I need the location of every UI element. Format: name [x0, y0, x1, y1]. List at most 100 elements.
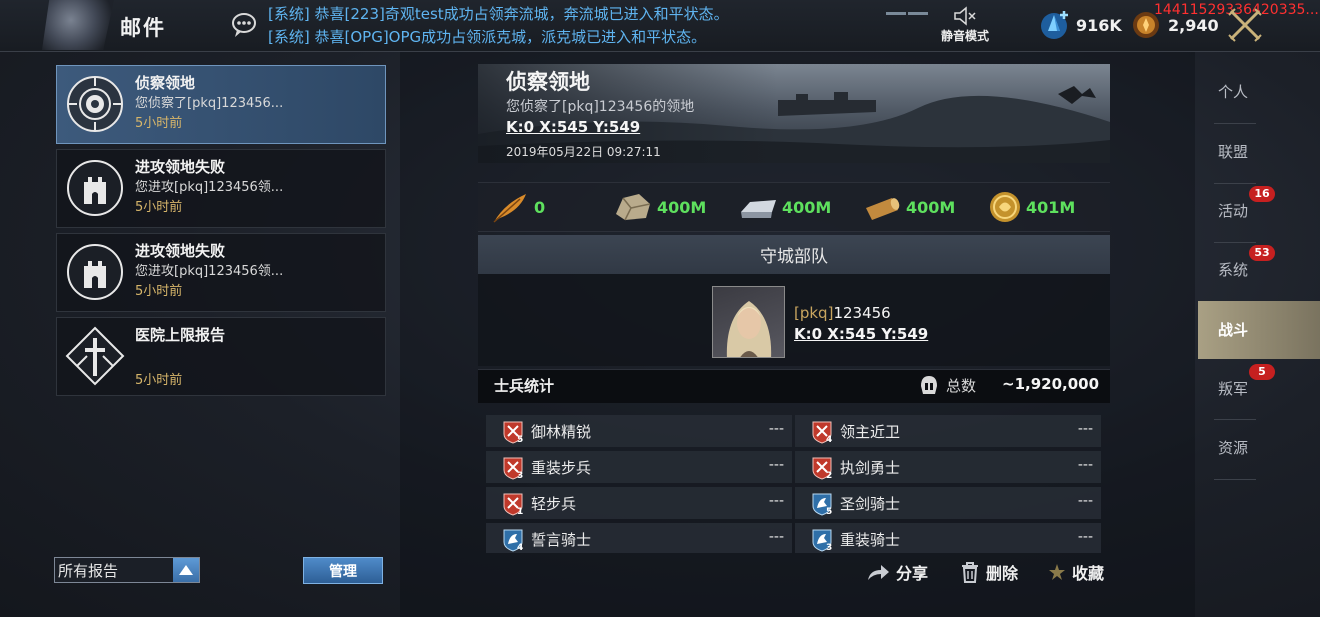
favorite-button[interactable]: 收藏 [1048, 560, 1104, 584]
mail-title: 进攻领地失败 [135, 242, 226, 260]
filter-selected: 所有报告 [58, 562, 119, 580]
system-badge: 53 [1249, 245, 1275, 261]
resource-value: 400M [657, 197, 707, 217]
mail-item-attack-failed[interactable]: 进攻领地失败 您进攻[pkq]123456领... 5小时前 [56, 233, 386, 312]
mail-item-attack-failed[interactable]: 进攻领地失败 您进攻[pkq]123456领... 5小时前 [56, 149, 386, 228]
ticker-message: 恭喜[OPG]OPG成功占领派克城，派克城已进入和平状态。 [314, 28, 707, 46]
gold-coin-icon [990, 192, 1020, 222]
stone-ore-icon [616, 194, 651, 221]
ticker-message: 恭喜[223]奇观test成功占领奔流城，奔流城已进入和平状态。 [314, 5, 729, 23]
hospital-cross-icon [65, 326, 125, 386]
triangle-up-icon[interactable] [173, 558, 199, 582]
report-date: 2019年05月22日 09:27:11 [506, 145, 661, 159]
blue-horse-shield-icon: 3 [812, 529, 832, 552]
ticker-line: [系统] 恭喜[223]奇观test成功占领奔流城，奔流城已进入和平状态。 [268, 3, 729, 26]
troop-count: --- [768, 457, 784, 473]
system-ticker[interactable]: [系统] 恭喜[223]奇观test成功占领奔流城，奔流城已进入和平状态。 [系… [268, 3, 729, 49]
report-subtitle: 您侦察了[pkq]123456的领地 [506, 99, 695, 115]
report-coordinates-link[interactable]: K:0 X:545 Y:549 [506, 118, 640, 136]
player-name: 123456 [833, 304, 891, 322]
red-shield-icon: 5 [503, 421, 523, 444]
troop-tier: 5 [517, 435, 523, 444]
troop-name: 领主近卫 [840, 423, 901, 441]
trash-icon [962, 562, 978, 583]
troop-tier: 5 [826, 507, 832, 516]
commander-portrait[interactable] [712, 286, 785, 358]
resource-feather: 0 [490, 190, 545, 224]
close-icon[interactable] [1226, 6, 1264, 44]
mail-item-hospital-report[interactable]: 医院上限报告 5小时前 [56, 317, 386, 396]
wood-log-icon [866, 198, 900, 220]
commander-coordinates-link[interactable]: K:0 X:545 Y:549 [794, 325, 928, 343]
troop-count: --- [1077, 421, 1093, 437]
mail-item-scout-report[interactable]: 侦察领地 您侦察了[pkq]123456... 5小时前 [56, 65, 386, 144]
crystal-amount: 916K [1076, 15, 1122, 35]
tab-label: 联盟 [1218, 143, 1249, 161]
chat-bubble-icon[interactable] [228, 10, 260, 42]
mute-button[interactable]: 静音模式 [932, 2, 998, 50]
troop-row: 1 轻步兵 --- [486, 487, 792, 519]
alliance-tag: [pkq] [794, 304, 834, 322]
mail-time: 5小时前 [135, 284, 183, 299]
red-shield-icon: 4 [812, 421, 832, 444]
ticker-page-indicator [886, 0, 930, 15]
troop-name: 执剑勇士 [840, 459, 901, 477]
tab-label: 叛军 [1218, 380, 1249, 398]
report-filter-select[interactable]: 所有报告 [54, 557, 200, 583]
scout-eye-icon [67, 76, 123, 132]
troop-count: --- [768, 529, 784, 545]
troop-count: --- [768, 421, 784, 437]
helmet-emblem-icon [42, 0, 114, 50]
troop-tier: 3 [517, 471, 523, 480]
troop-count: --- [1077, 529, 1093, 545]
tab-personal[interactable]: 个人 [1198, 63, 1320, 121]
mail-preview: 您进攻[pkq]123456领... [135, 264, 284, 279]
resource-value: 400M [782, 197, 832, 217]
troop-row: 5 御林精锐 --- [486, 415, 792, 447]
delete-label: 删除 [986, 564, 1019, 583]
resource-value: 0 [534, 197, 546, 217]
tab-battle[interactable]: 战斗 [1198, 301, 1320, 359]
castle-tower-icon [67, 160, 123, 216]
ticker-prefix: [系统] [268, 5, 310, 23]
manage-button[interactable]: 管理 [303, 557, 383, 584]
soldier-stats-label: 士兵统计 [494, 377, 555, 395]
red-shield-icon: 3 [503, 457, 523, 480]
events-badge: 16 [1249, 186, 1275, 202]
star-icon [1049, 564, 1065, 580]
page-title: 邮件 [120, 15, 166, 40]
mail-list: 侦察领地 您侦察了[pkq]123456... 5小时前 进攻领地失败 您进攻[… [56, 65, 386, 401]
mail-time: 5小时前 [135, 373, 183, 388]
troop-row: 5 圣剑骑士 --- [795, 487, 1101, 519]
top-bar: 邮件 [系统] 恭喜[223]奇观test成功占领奔流城，奔流城已进入和平状态。… [0, 0, 1320, 52]
delete-button[interactable]: 删除 [960, 560, 1018, 584]
troop-row: 3 重装骑士 --- [795, 523, 1101, 553]
troop-count: --- [1077, 493, 1093, 509]
troop-name: 轻步兵 [531, 495, 577, 513]
share-button[interactable]: 分享 [866, 560, 928, 584]
castle-tower-icon [67, 244, 123, 300]
troop-row: 3 重装步兵 --- [486, 451, 792, 483]
mail-title: 医院上限报告 [135, 326, 226, 344]
troop-tier: 4 [826, 435, 832, 444]
tab-resources[interactable]: 资源 [1198, 419, 1320, 477]
troop-count: --- [768, 493, 784, 509]
total-value: ~1,920,000 [1002, 375, 1100, 393]
tab-alliance[interactable]: 联盟 [1198, 123, 1320, 181]
troop-name: 御林精锐 [531, 423, 592, 441]
troop-name: 重装步兵 [531, 459, 592, 477]
mail-preview: 您进攻[pkq]123456领... [135, 180, 284, 195]
rebels-badge: 5 [1249, 364, 1275, 380]
ticker-prefix: [系统] [268, 28, 310, 46]
resource-value: 400M [906, 197, 956, 217]
resource-wood: 400M [862, 190, 955, 224]
mute-label: 静音模式 [940, 29, 989, 43]
speaker-mute-icon [954, 6, 976, 26]
troop-row: 4 领主近卫 --- [795, 415, 1101, 447]
troop-row: 4 誓言骑士 --- [486, 523, 792, 553]
blue-horse-shield-icon: 5 [812, 493, 832, 516]
tab-label: 资源 [1218, 439, 1249, 457]
resource-value: 401M [1026, 197, 1076, 217]
crystal-counter[interactable]: 916K [1038, 8, 1122, 42]
share-label: 分享 [896, 564, 929, 583]
